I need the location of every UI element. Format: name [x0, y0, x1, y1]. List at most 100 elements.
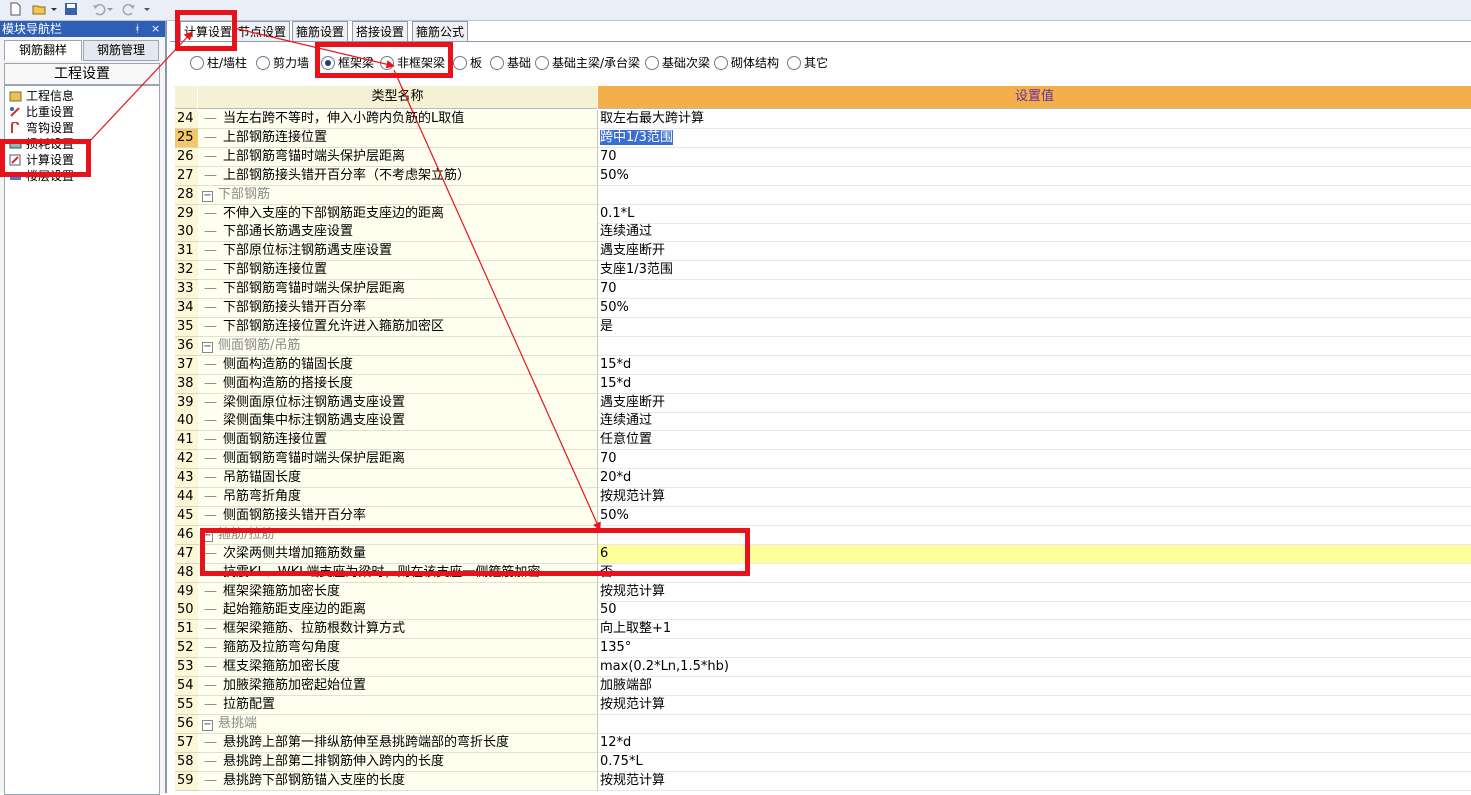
collapse-toggle-icon[interactable]: −	[202, 341, 213, 353]
row-value-cell[interactable]: 取左右最大跨计算	[598, 110, 1471, 129]
row-number[interactable]: 37	[175, 355, 200, 375]
table-row[interactable]: 58— 悬挑跨上部第二排钢筋伸入跨内的长度 0.75*L	[175, 752, 1471, 772]
collapse-toggle-icon[interactable]: −	[202, 190, 213, 202]
row-number[interactable]: 52	[175, 639, 200, 659]
row-value-cell[interactable]: 0.1*L	[598, 205, 1471, 224]
tab-rebar-layout[interactable]: 钢筋翻样	[4, 40, 82, 61]
radio-frame-beam[interactable]: 框架梁	[321, 54, 374, 72]
nav-item-loss[interactable]: 损耗设置	[9, 136, 74, 152]
customize-dropdown-icon[interactable]	[143, 2, 151, 16]
table-row[interactable]: 55— 拉筋配置 按规范计算	[175, 695, 1471, 715]
row-value-cell[interactable]	[598, 337, 1471, 356]
table-row[interactable]: 40— 梁侧面集中标注钢筋遇支座设置 连续通过	[175, 412, 1471, 432]
table-row[interactable]: 50— 起始箍筋距支座边的距离 50	[175, 601, 1471, 621]
row-value-cell[interactable]: 支座1/3范围	[598, 261, 1471, 281]
table-row[interactable]: 53— 框支梁箍筋加密长度 max(0.2*Ln,1.5*hb)	[175, 658, 1471, 678]
nav-item-project-info[interactable]: 工程信息	[9, 88, 74, 104]
save-icon[interactable]	[64, 2, 78, 16]
row-number[interactable]: 50	[175, 601, 200, 621]
collapse-toggle-icon[interactable]: −	[202, 530, 213, 542]
row-number[interactable]: 32	[175, 261, 200, 281]
row-number[interactable]: 46	[175, 525, 200, 545]
new-file-icon[interactable]	[8, 2, 22, 16]
row-value-cell[interactable]	[598, 526, 1471, 545]
radio-column[interactable]: 柱/墙柱	[190, 54, 247, 72]
row-value-cell[interactable]: 50%	[598, 167, 1471, 186]
close-icon[interactable]: ×	[151, 21, 160, 37]
row-number[interactable]: 29	[175, 204, 200, 224]
table-row[interactable]: 56− 悬挑端	[175, 714, 1471, 734]
radio-slab[interactable]: 板	[453, 54, 482, 72]
radio-foundation[interactable]: 基础	[490, 54, 531, 72]
row-number[interactable]: 36	[175, 336, 200, 356]
table-row[interactable]: 52— 箍筋及拉筋弯勾角度 135°	[175, 639, 1471, 659]
table-row[interactable]: 25— 上部钢筋连接位置 跨中1/3范围	[175, 128, 1471, 148]
row-value-cell[interactable]: 135°	[598, 639, 1471, 659]
dropdown-arrow-icon[interactable]	[50, 2, 58, 16]
table-row[interactable]: 29— 不伸入支座的下部钢筋距支座边的距离 0.1*L	[175, 204, 1471, 224]
table-row[interactable]: 38— 侧面构造筋的搭接长度 15*d	[175, 374, 1471, 394]
row-value-cell[interactable]: 70	[598, 450, 1471, 470]
table-row[interactable]: 47— 次梁两侧共增加箍筋数量 6	[175, 544, 1471, 564]
row-value-cell[interactable]: 连续通过	[598, 412, 1471, 432]
row-number[interactable]: 35	[175, 317, 200, 337]
row-number[interactable]: 43	[175, 469, 200, 489]
row-number[interactable]: 45	[175, 506, 200, 526]
radio-foundation-main-beam[interactable]: 基础主梁/承台梁	[535, 54, 640, 72]
row-value-cell[interactable]: 70	[598, 280, 1471, 300]
row-number[interactable]: 26	[175, 147, 200, 167]
row-number[interactable]: 55	[175, 695, 200, 715]
table-row[interactable]: 51— 框架梁箍筋、拉筋根数计算方式 向上取整+1	[175, 620, 1471, 640]
tab-rebar-management[interactable]: 钢筋管理	[83, 40, 159, 61]
redo-icon[interactable]	[122, 2, 136, 16]
table-row[interactable]: 24 — 当左右跨不等时，伸入小跨内负筋的L取值 取左右最大跨计算	[175, 110, 1471, 129]
table-row[interactable]: 36− 侧面钢筋/吊筋	[175, 336, 1471, 356]
tab-calc-settings[interactable]: 计算设置	[180, 21, 237, 42]
section-title[interactable]: 工程设置	[4, 63, 160, 85]
radio-other[interactable]: 其它	[787, 54, 828, 72]
row-number[interactable]: 39	[175, 393, 200, 413]
row-number[interactable]: 56	[175, 714, 200, 734]
table-row[interactable]: 27— 上部钢筋接头错开百分率（不考虑架立筋） 50%	[175, 166, 1471, 186]
row-value-cell[interactable]: 50	[598, 601, 1471, 621]
row-value-cell[interactable]: 向上取整+1	[598, 620, 1471, 640]
row-number[interactable]: 24	[175, 110, 200, 129]
row-value-cell[interactable]: 按规范计算	[598, 696, 1471, 715]
row-value-cell[interactable]: 15*d	[598, 375, 1471, 394]
row-number[interactable]: 53	[175, 658, 200, 678]
undo-icon[interactable]	[92, 2, 106, 16]
row-number[interactable]: 34	[175, 299, 200, 318]
table-row[interactable]: 39— 梁侧面原位标注钢筋遇支座设置 遇支座断开	[175, 393, 1471, 413]
row-number[interactable]: 47	[175, 544, 200, 564]
nav-item-density[interactable]: 比重设置	[9, 104, 74, 120]
table-row[interactable]: 35— 下部钢筋连接位置允许进入箍筋加密区 是	[175, 317, 1471, 337]
radio-non-frame-beam[interactable]: 非框架梁	[380, 54, 445, 72]
row-number[interactable]: 28	[175, 185, 200, 205]
row-value-cell[interactable]: 按规范计算	[598, 583, 1471, 602]
table-row[interactable]: 43— 吊筋锚固长度 20*d	[175, 469, 1471, 489]
row-number[interactable]: 49	[175, 582, 200, 602]
tab-stirrup-formula[interactable]: 箍筋公式	[412, 21, 469, 42]
open-folder-icon[interactable]	[32, 2, 46, 16]
tab-node-settings[interactable]: 节点设置	[234, 21, 291, 42]
row-number[interactable]: 51	[175, 620, 200, 640]
tab-stirrup-settings[interactable]: 箍筋设置	[292, 21, 349, 42]
column-header-name[interactable]: 类型名称	[198, 86, 597, 109]
row-number[interactable]: 25	[175, 128, 200, 148]
row-value-cell[interactable]: 是	[598, 318, 1471, 337]
row-value-cell[interactable]: 0.75*L	[598, 753, 1471, 772]
row-number[interactable]: 38	[175, 374, 200, 394]
row-value-cell[interactable]: 50%	[598, 299, 1471, 318]
row-value-cell[interactable]: 加腋端部	[598, 677, 1471, 696]
row-value-cell[interactable]: 70	[598, 148, 1471, 167]
row-value-cell[interactable]	[598, 715, 1471, 734]
row-value-cell[interactable]: 遇支座断开	[598, 394, 1471, 413]
table-row[interactable]: 31— 下部原位标注钢筋遇支座设置 遇支座断开	[175, 242, 1471, 262]
radio-shear-wall[interactable]: 剪力墙	[256, 54, 309, 72]
table-row[interactable]: 33— 下部钢筋弯锚时端头保护层距离 70	[175, 280, 1471, 300]
row-number[interactable]: 42	[175, 450, 200, 470]
row-value-cell[interactable]: 12*d	[598, 734, 1471, 753]
row-number[interactable]: 44	[175, 488, 200, 507]
table-row[interactable]: 37— 侧面构造筋的锚固长度 15*d	[175, 355, 1471, 375]
table-row[interactable]: 34 — 下部钢筋接头错开百分率 50%	[175, 299, 1471, 318]
